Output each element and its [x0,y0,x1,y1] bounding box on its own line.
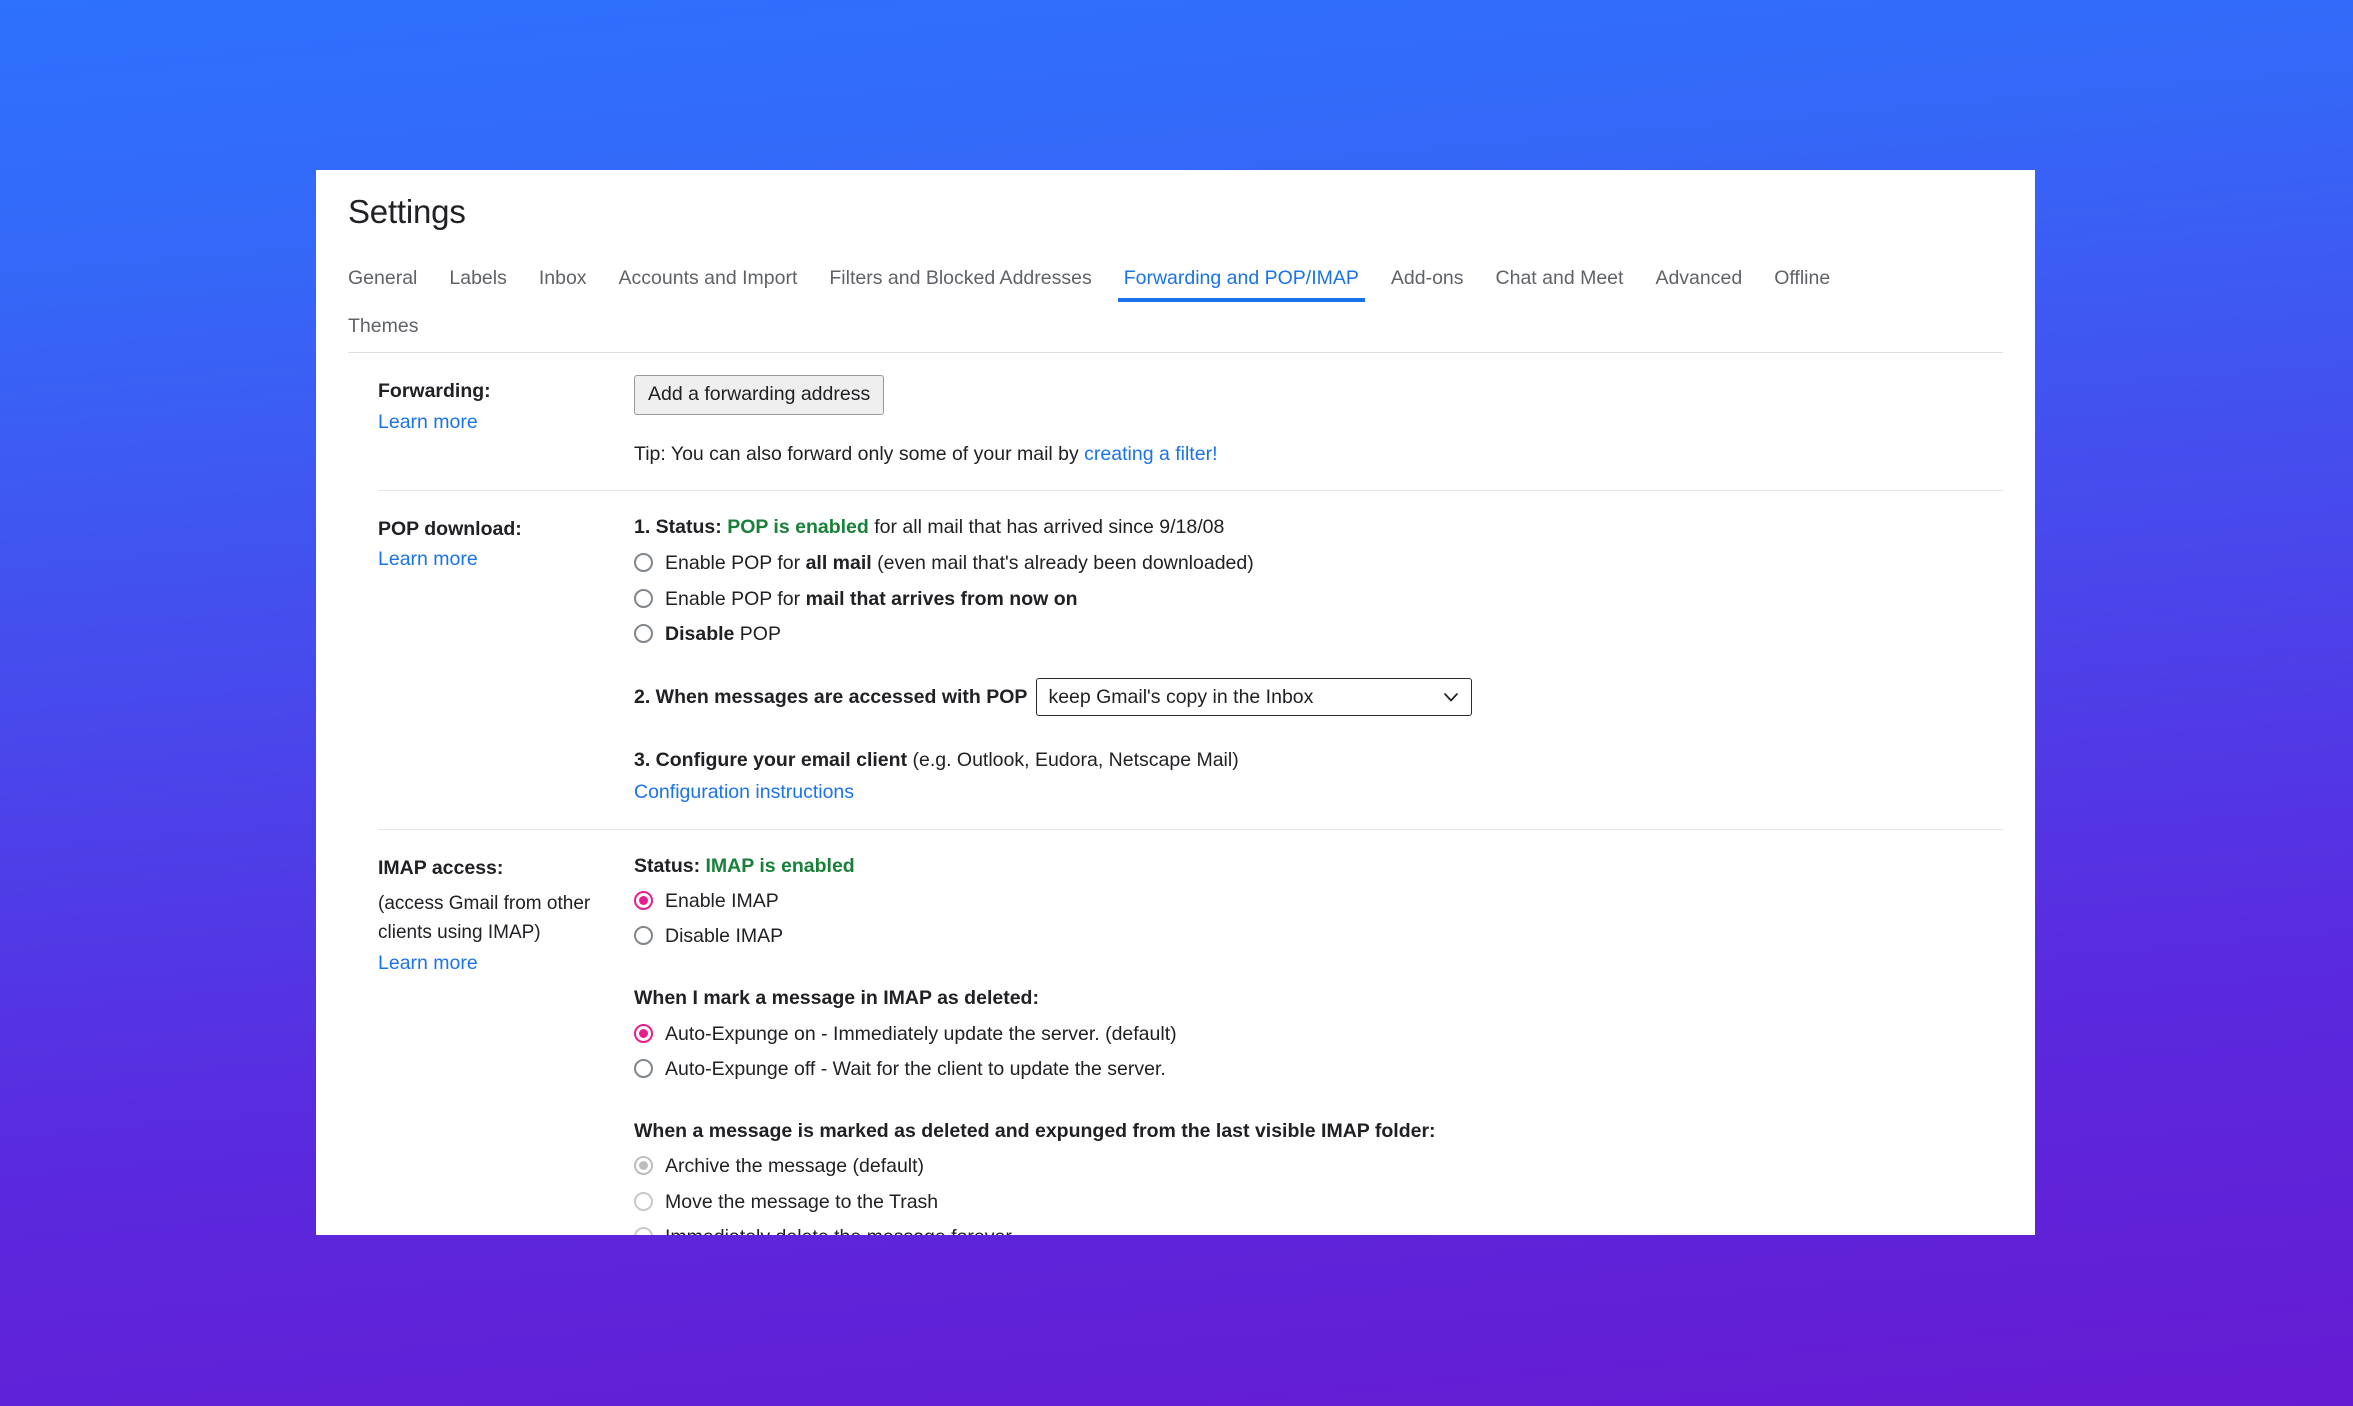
add-forwarding-address-button[interactable]: Add a forwarding address [634,375,885,415]
pop-status-line: 1. Status: POP is enabled for all mail t… [634,513,2003,541]
imap-expunge-on[interactable]: Auto-Expunge on - Immediately update the… [634,1020,2003,1048]
forwarding-tip-text: Tip: You can also forward only some of y… [634,442,1085,465]
pop-learn-more-link[interactable]: Learn more [378,548,478,571]
imap-status-prefix: Status: [634,854,706,877]
section-pop-download: POP download: Learn more 1. Status: POP … [378,490,2003,829]
pop-step2-row: 2. When messages are accessed with POP k… [634,678,2003,717]
pop-status-prefix: 1. Status: [634,516,728,539]
page-title: Settings [348,193,466,230]
imap-deleted-heading: When a message is marked as deleted and … [634,1120,1436,1143]
radio-icon[interactable] [634,588,653,608]
forwarding-tip: Tip: You can also forward only some of y… [634,441,2003,468]
radio-disabled-icon [634,1191,653,1211]
imap-status-value: IMAP is enabled [705,854,855,877]
imap-status-line: Status: IMAP is enabled [634,852,2003,880]
imap-access-note: (access Gmail from other clients using I… [378,892,591,944]
pop-config-instructions-wrap: Configuration instructions [634,778,2003,806]
forwarding-body: Add a forwarding address Tip: You can al… [634,375,2003,468]
forwarding-label-col: Forwarding: Learn more [378,375,634,433]
imap-option-enable-label: Enable IMAP [665,889,779,912]
pop-option-from-now-on-label: Enable POP for mail that arrives from no… [665,587,1078,610]
radio-icon[interactable] [634,1058,653,1078]
imap-label-col: IMAP access: (access Gmail from other cl… [378,852,634,975]
tab-general[interactable]: General [348,256,433,302]
tab-add-ons[interactable]: Add-ons [1391,256,1480,302]
tab-filters-and-blocked-addresses[interactable]: Filters and Blocked Addresses [829,256,1107,302]
radio-icon[interactable] [634,926,653,946]
tab-inbox[interactable]: Inbox [539,256,603,302]
radio-checked-icon[interactable] [634,1023,653,1043]
tab-offline[interactable]: Offline [1774,256,1846,302]
pop-step2-label: 2. When messages are accessed with POP [634,685,1028,708]
tabs-row-secondary: Themes [348,304,2003,352]
imap-option-disable[interactable]: Disable IMAP [634,922,2003,950]
imap-deleted-archive-label: Archive the message (default) [665,1155,925,1178]
imap-deleted-trash-label: Move the message to the Trash [665,1190,939,1213]
pop-option-from-now-on[interactable]: Enable POP for mail that arrives from no… [634,585,2003,613]
radio-icon[interactable] [634,623,653,643]
tab-chat-and-meet[interactable]: Chat and Meet [1496,256,1640,302]
imap-body: Status: IMAP is enabled Enable IMAP Disa… [634,852,2003,1235]
pop-step3-strong: 3. Configure your email client [634,749,908,772]
configuration-instructions-link[interactable]: Configuration instructions [634,781,854,803]
pop-step3-rest: (e.g. Outlook, Eudora, Netscape Mail) [907,749,1239,772]
imap-option-enable[interactable]: Enable IMAP [634,887,2003,915]
forwarding-label: Forwarding: [378,380,491,403]
imap-expunge-heading: When I mark a message in IMAP as deleted… [634,987,1039,1010]
pop-status-suffix: for all mail that has arrived since 9/18… [868,516,1225,539]
radio-checked-icon[interactable] [634,890,653,910]
imap-expunge-off[interactable]: Auto-Expunge off - Wait for the client t… [634,1055,2003,1083]
imap-expunge-off-label: Auto-Expunge off - Wait for the client t… [665,1057,1166,1080]
chevron-down-icon [1441,687,1461,707]
tab-themes[interactable]: Themes [348,304,434,352]
tab-labels[interactable]: Labels [449,256,522,302]
section-forwarding: Forwarding: Learn more Add a forwarding … [378,353,2003,490]
tab-advanced[interactable]: Advanced [1655,256,1758,302]
settings-card: Settings General Labels Inbox Accounts a… [316,170,2035,1235]
tabs-row-primary: General Labels Inbox Accounts and Import… [348,256,2003,303]
imap-deleted-archive: Archive the message (default) [634,1152,2003,1180]
tab-accounts-and-import[interactable]: Accounts and Import [619,256,814,302]
section-imap-access: IMAP access: (access Gmail from other cl… [378,828,2003,1235]
pop-body: 1. Status: POP is enabled for all mail t… [634,513,2003,807]
forwarding-learn-more-link[interactable]: Learn more [378,411,478,434]
settings-tabs: General Labels Inbox Accounts and Import… [348,256,2003,354]
creating-a-filter-link[interactable]: creating a filter! [1084,443,1217,465]
imap-deleted-forever: Immediately delete the message forever [634,1223,2003,1235]
pop-option-all-mail[interactable]: Enable POP for all mail (even mail that'… [634,549,2003,577]
pop-download-label: POP download: [378,518,522,541]
pop-step3-line: 3. Configure your email client (e.g. Out… [634,746,2003,774]
imap-access-label: IMAP access: [378,856,504,879]
pop-label-col: POP download: Learn more [378,513,634,571]
tab-forwarding-and-pop-imap[interactable]: Forwarding and POP/IMAP [1117,256,1375,303]
pop-option-all-mail-label: Enable POP for all mail (even mail that'… [665,552,1254,575]
radio-disabled-icon [634,1227,653,1235]
imap-learn-more-link[interactable]: Learn more [378,952,478,975]
radio-icon[interactable] [634,553,653,573]
pop-access-action-select[interactable]: keep Gmail's copy in the Inbox [1036,678,1473,717]
imap-expunge-on-label: Auto-Expunge on - Immediately update the… [665,1022,1177,1045]
pop-option-disable-label: Disable POP [665,622,781,645]
imap-deleted-forever-label: Immediately delete the message forever [665,1223,1012,1235]
radio-checked-disabled-icon [634,1156,653,1176]
imap-deleted-trash: Move the message to the Trash [634,1188,2003,1216]
pop-status-value: POP is enabled [727,516,869,539]
imap-option-disable-label: Disable IMAP [665,925,784,948]
pop-option-disable[interactable]: Disable POP [634,620,2003,648]
pop-access-action-value: keep Gmail's copy in the Inbox [1048,685,1314,708]
